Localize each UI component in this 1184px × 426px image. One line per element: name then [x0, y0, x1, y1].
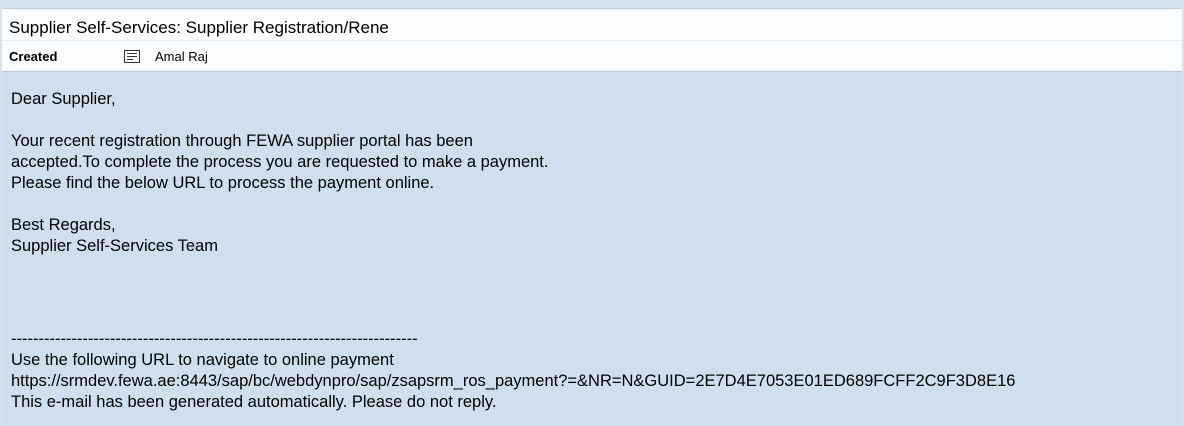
window-top-strip: [0, 0, 1184, 8]
note-icon[interactable]: [124, 50, 140, 63]
greeting: Dear Supplier,: [11, 90, 116, 108]
paragraph-line: Please find the below URL to process the…: [11, 174, 435, 192]
email-meta-bar: Created Amal Raj: [2, 41, 1182, 72]
auto-generated-notice: This e-mail has been generated automatic…: [11, 393, 497, 411]
email-subject: Supplier Self-Services: Supplier Registr…: [9, 18, 389, 37]
closing: Best Regards,: [11, 216, 116, 234]
paragraph-line: Your recent registration through FEWA su…: [11, 132, 473, 150]
created-label: Created: [9, 49, 58, 64]
separator: ----------------------------------------…: [11, 330, 418, 348]
email-body: Dear Supplier, Your recent registration …: [2, 72, 1182, 426]
signature: Supplier Self-Services Team: [11, 237, 218, 255]
payment-url[interactable]: https://srmdev.fewa.ae:8443/sap/bc/webdy…: [11, 371, 1015, 392]
paragraph-line: accepted.To complete the process you are…: [11, 153, 549, 171]
author-name[interactable]: Amal Raj: [155, 49, 208, 65]
url-intro: Use the following URL to navigate to onl…: [11, 351, 394, 369]
email-subject-bar: Supplier Self-Services: Supplier Registr…: [2, 8, 1182, 41]
